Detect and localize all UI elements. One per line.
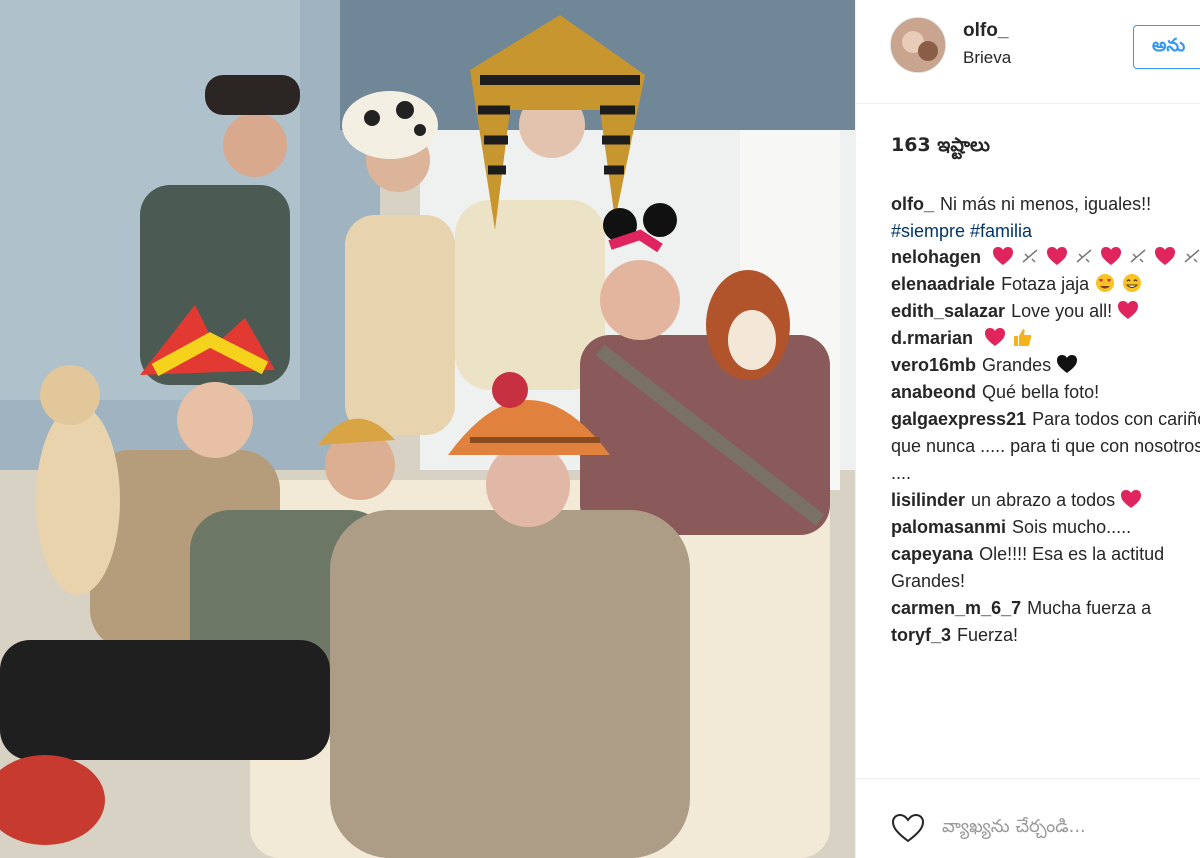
heart-icon (993, 247, 1014, 265)
comment-row: edith_salazar Love you all! (891, 298, 1200, 325)
follow-button[interactable]: అను (1133, 25, 1200, 69)
heart-icon (1101, 247, 1122, 265)
comment-username[interactable]: elenaadriale (891, 274, 995, 294)
caption-username[interactable]: olfo_ (891, 194, 934, 214)
comment-username[interactable]: galgaexpress21 (891, 409, 1026, 429)
comment-row: lisilinder un abrazo a todos (891, 487, 1200, 514)
comment-text: Grandes (982, 355, 1052, 375)
comment-row: d.rmarian (891, 325, 1200, 352)
heart-icon (1118, 301, 1139, 319)
comment-row: vero16mb Grandes (891, 352, 1200, 379)
heart-eyes-emoji-icon (1096, 274, 1115, 292)
comment-username[interactable]: palomasanmi (891, 517, 1006, 537)
thumbs-up-icon (1014, 329, 1032, 346)
comment-rows: nelohagen elenaadriale Fotaza jaja edith_… (891, 244, 1200, 649)
avatar[interactable] (890, 17, 946, 73)
sparkle-icon (1130, 249, 1146, 263)
avatar-image (891, 18, 945, 72)
heart-icon (1121, 490, 1142, 508)
post-header: olfo_ Brieva అను (856, 0, 1200, 104)
comment-username[interactable]: carmen_m_6_7 (891, 598, 1021, 618)
post-photo[interactable] (0, 0, 855, 858)
heart-outline-icon[interactable] (891, 813, 925, 843)
sparkle-icon (1022, 249, 1038, 263)
black-heart-icon (1057, 355, 1078, 373)
caption: olfo_ Ni más ni menos, iguales!! #siempre… (891, 191, 1200, 244)
comment-row: nelohagen (891, 244, 1200, 271)
comment-row: palomasanmi Sois mucho..... (891, 514, 1200, 541)
comment-username[interactable]: nelohagen (891, 247, 981, 267)
comment-text: Mucha fuerza a (1027, 598, 1152, 618)
comment-username[interactable]: lisilinder (891, 490, 965, 510)
comment-username[interactable]: capeyana (891, 544, 973, 564)
comment-text: Fuerza! (957, 625, 1019, 645)
caption-hashtags[interactable]: #siempre #familia (891, 218, 1200, 244)
comment-row: capeyana Ole!!!! Esa es la actitud Grande… (891, 541, 1200, 595)
comments-list: olfo_ Ni más ni menos, iguales!! #siempre… (891, 191, 1200, 649)
comment-username[interactable]: d.rmarian (891, 328, 973, 348)
comment-row: galgaexpress21 Para todos con cariño que … (891, 406, 1200, 487)
comment-text: un abrazo a todos (971, 490, 1116, 510)
comment-row: carmen_m_6_7 Mucha fuerza a (891, 595, 1200, 622)
sparkle-icon (1076, 249, 1092, 263)
comment-text: Love you all! (1011, 301, 1113, 321)
username-link[interactable]: olfo_ (963, 20, 1008, 42)
heart-icon (1047, 247, 1068, 265)
sparkle-icon (1184, 249, 1200, 263)
location-link[interactable]: Brieva (963, 48, 1011, 68)
grin-emoji-icon (1123, 274, 1142, 292)
comment-text: Qué bella foto! (982, 382, 1100, 402)
comment-text: Sois mucho..... (1012, 517, 1132, 537)
photo-illustration (0, 0, 855, 858)
post-side-panel: olfo_ Brieva అను 163 ఇష్టాలు olfo_ Ni más… (855, 0, 1200, 858)
comment-footer: వ్యాఖ్యను చేర్చండి... (856, 778, 1200, 858)
comment-username[interactable]: vero16mb (891, 355, 976, 375)
comment-username[interactable]: edith_salazar (891, 301, 1005, 321)
comment-row: toryf_3 Fuerza! (891, 622, 1200, 649)
add-comment-input[interactable]: వ్యాఖ్యను చేర్చండి... (942, 816, 1086, 841)
comment-row: elenaadriale Fotaza jaja (891, 271, 1200, 298)
comment-username[interactable]: anabeond (891, 382, 976, 402)
likes-count[interactable]: 163 ఇష్టాలు (891, 134, 990, 161)
comment-row: anabeond Qué bella foto! (891, 379, 1200, 406)
comment-username[interactable]: toryf_3 (891, 625, 951, 645)
heart-icon (1155, 247, 1176, 265)
caption-text: Ni más ni menos, iguales!! (940, 194, 1152, 214)
heart-icon (985, 328, 1006, 346)
comment-text: Fotaza jaja (1001, 274, 1090, 294)
